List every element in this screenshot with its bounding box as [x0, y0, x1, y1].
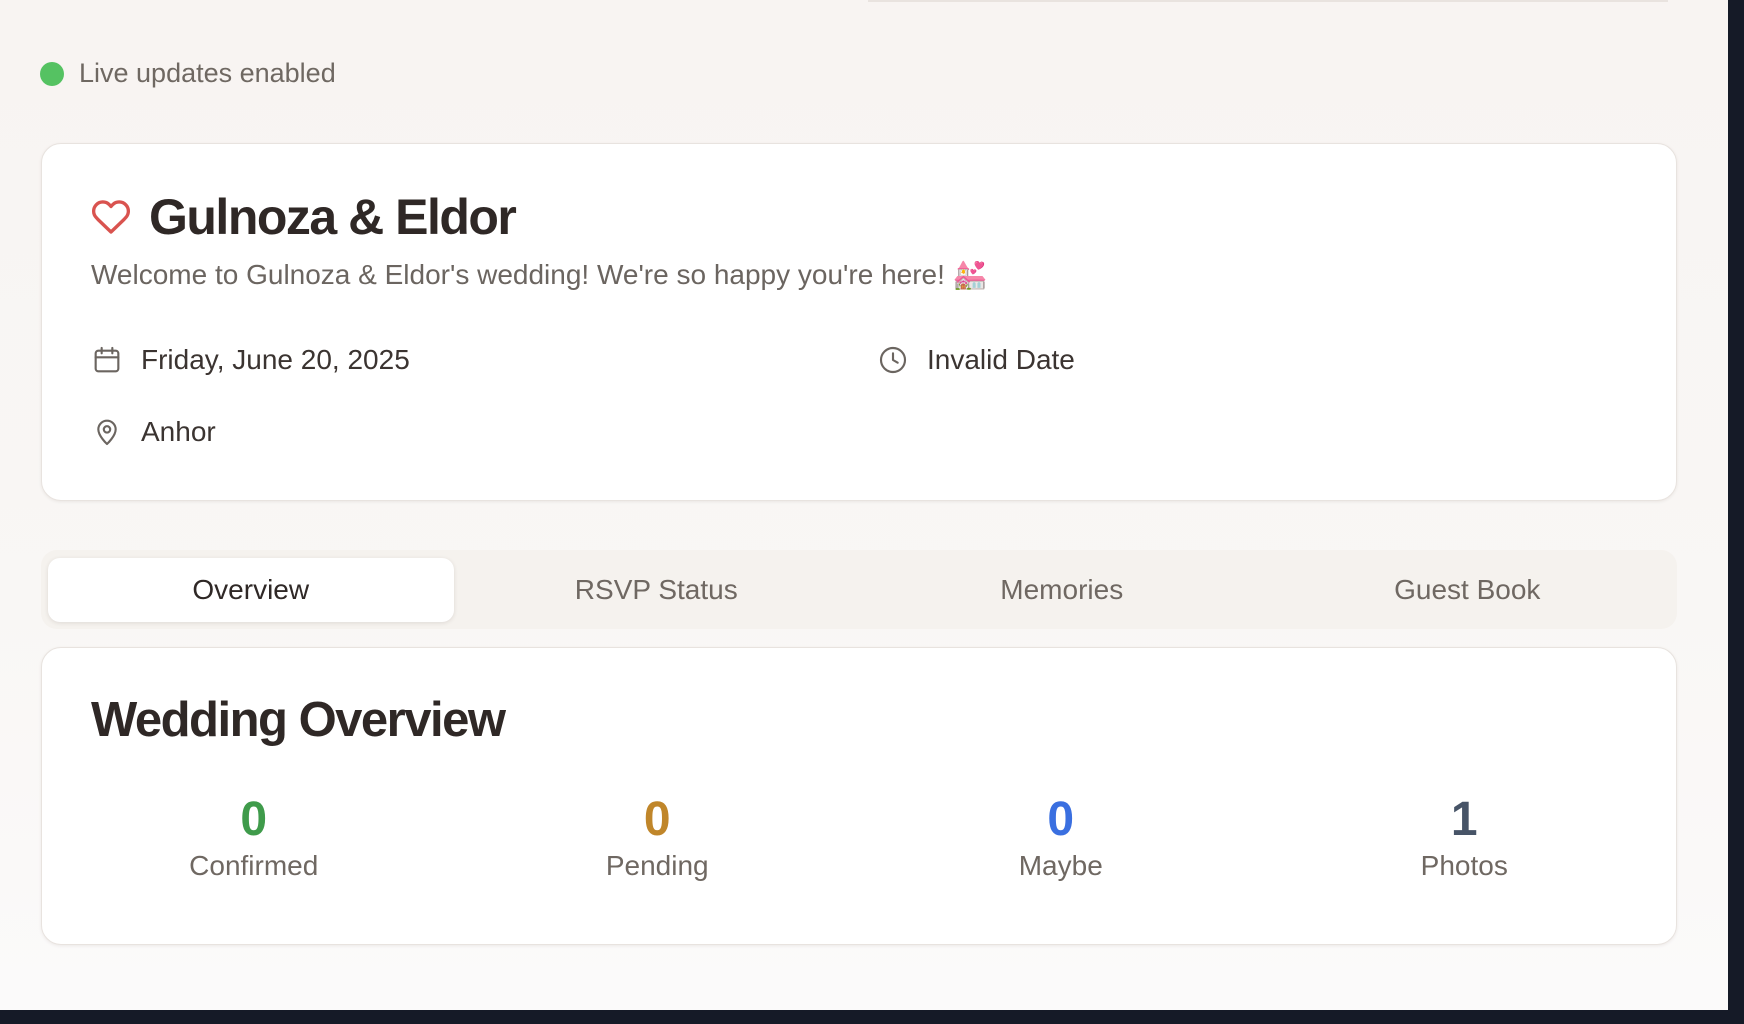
tab-rsvp-status[interactable]: RSVP Status — [454, 558, 860, 622]
event-time-text: Invalid Date — [927, 344, 1075, 375]
map-pin-icon — [97, 419, 117, 446]
stat-label: Confirmed — [189, 850, 319, 881]
event-date: Friday, June 20, 2025 — [91, 344, 410, 376]
clock-icon — [879, 346, 907, 374]
stat-value: 1 — [1450, 793, 1478, 846]
event-info-card: Gulnoza & Eldor Welcome to Gulnoza & Eld… — [41, 143, 1677, 501]
event-title: Gulnoza & Eldor — [149, 189, 517, 245]
event-venue-text: Anhor — [141, 416, 216, 447]
wedding-chapel-icon: 💒 — [952, 259, 988, 290]
overview-stats: 0 Confirmed 0 Pending 0 Maybe 1 Photos — [42, 794, 1676, 882]
stat-label: Maybe — [1018, 850, 1103, 881]
event-date-text: Friday, June 20, 2025 — [141, 344, 410, 375]
heart-icon — [91, 200, 131, 234]
stat-pending: 0 Pending — [456, 794, 860, 882]
event-venue: Anhor — [91, 416, 216, 448]
live-status-text: Live updates enabled — [79, 58, 336, 88]
welcome-message: Welcome to Gulnoza & Eldor's wedding! We… — [91, 258, 988, 291]
stat-maybe: 0 Maybe — [859, 794, 1263, 882]
welcome-text: Welcome to Gulnoza & Eldor's wedding! We… — [91, 258, 945, 290]
tab-memories[interactable]: Memories — [859, 558, 1265, 622]
tab-overview[interactable]: Overview — [48, 557, 454, 622]
stat-label: Pending — [605, 850, 709, 881]
live-status: Live updates enabled — [40, 58, 336, 89]
calendar-icon — [94, 346, 120, 373]
stat-value: 0 — [240, 793, 268, 846]
live-status-dot — [40, 61, 64, 86]
top-divider — [868, 0, 1668, 2]
stat-photos: 1 Photos — [1263, 794, 1667, 882]
wedding-overview-card: Wedding Overview 0 Confirmed 0 Pending 0… — [41, 647, 1677, 945]
stat-value: 0 — [1047, 793, 1075, 846]
tab-guest-book[interactable]: Guest Book — [1265, 558, 1671, 622]
overview-title: Wedding Overview — [91, 693, 506, 747]
event-time: Invalid Date — [877, 344, 1075, 376]
stat-value: 0 — [643, 793, 671, 846]
event-title-row: Gulnoza & Eldor — [91, 188, 517, 246]
stat-label: Photos — [1420, 850, 1508, 881]
stat-confirmed: 0 Confirmed — [52, 794, 456, 882]
section-tabs: Overview RSVP Status Memories Guest Book — [41, 550, 1677, 629]
wedding-page: Live updates enabled Gulnoza & Eldor Wel… — [0, 0, 1728, 1010]
